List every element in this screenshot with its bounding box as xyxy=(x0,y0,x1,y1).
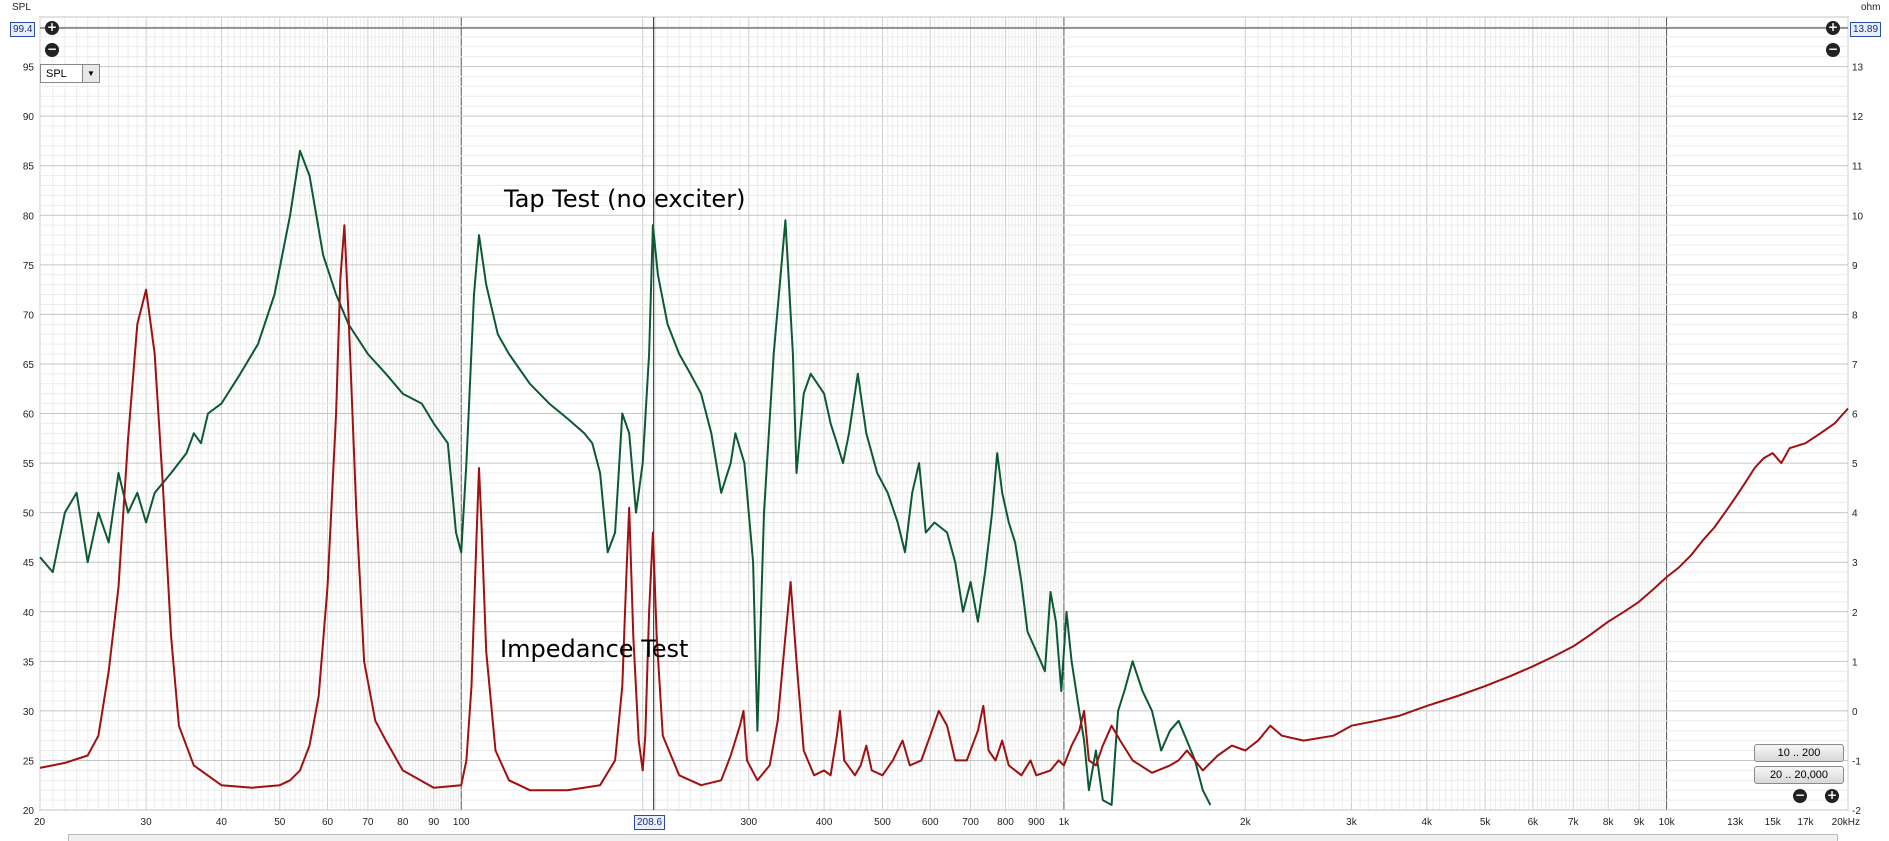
range-20-20000-button[interactable]: 20 .. 20,000 xyxy=(1754,766,1844,784)
x-tick-label: 70 xyxy=(362,817,374,828)
right-tick-label: 5 xyxy=(1852,459,1858,470)
x-tick-label: 20kHz xyxy=(1832,817,1860,828)
right-tick-label: 2 xyxy=(1852,608,1858,619)
right-tick-label: 6 xyxy=(1852,410,1858,421)
left-axis-title: SPL xyxy=(12,2,31,13)
frequency-response-chart[interactable]: 95908580757065605550454035302520 1312111… xyxy=(0,0,1889,841)
left-tick-label: 50 xyxy=(23,509,35,520)
x-tick-label: 4k xyxy=(1421,817,1433,828)
x-tick-label: 80 xyxy=(397,817,409,828)
x-tick-label: 10k xyxy=(1659,817,1676,828)
left-tick-label: 55 xyxy=(23,459,35,470)
right-tick-label: 11 xyxy=(1852,162,1863,173)
right-tick-label: 12 xyxy=(1852,112,1864,123)
x-tick-label: 1k xyxy=(1059,817,1071,828)
measurement-select-value: SPL xyxy=(46,67,67,80)
x-tick-label: 40 xyxy=(216,817,228,828)
range-10-200-button[interactable]: 10 .. 200 xyxy=(1754,744,1844,762)
left-tick-label: 95 xyxy=(23,63,35,74)
measurement-select[interactable]: SPL ▼ xyxy=(40,64,100,83)
right-tick-label: -2 xyxy=(1852,806,1861,817)
right-tick-label: -1 xyxy=(1852,756,1861,767)
zoom-in-icon[interactable]: + xyxy=(45,21,59,35)
x-tick-label: 700 xyxy=(962,817,979,828)
x-tick-label: 7k xyxy=(1568,817,1580,828)
left-tick-label: 30 xyxy=(23,707,35,718)
chevron-down-icon: ▼ xyxy=(82,65,99,82)
x-tick-label: 500 xyxy=(874,817,891,828)
zoom-out-icon[interactable]: − xyxy=(45,43,59,57)
x-tick-label: 9k xyxy=(1634,817,1646,828)
x-tick-label: 6k xyxy=(1528,817,1540,828)
left-tick-label: 35 xyxy=(23,657,35,668)
annotation-tap-test: Tap Test (no exciter) xyxy=(503,185,745,213)
left-tick-label: 65 xyxy=(23,360,35,371)
right-axis-top-value[interactable]: 13.89 xyxy=(1850,22,1882,37)
x-tick-label: 5k xyxy=(1480,817,1492,828)
zoom-out-icon[interactable]: − xyxy=(1793,789,1807,803)
x-tick-label: 90 xyxy=(428,817,440,828)
left-tick-label: 75 xyxy=(23,261,35,272)
x-tick-label: 20 xyxy=(34,817,46,828)
right-tick-label: 10 xyxy=(1852,211,1864,222)
left-axis-top-value[interactable]: 99.4 xyxy=(10,22,36,37)
cursor-frequency-value[interactable]: 208.6 xyxy=(634,815,666,830)
right-tick-label: 9 xyxy=(1852,261,1858,272)
left-tick-label: 45 xyxy=(23,558,35,569)
right-axis-title: ohm xyxy=(1861,2,1880,13)
right-tick-label: 8 xyxy=(1852,310,1858,321)
right-tick-label: 3 xyxy=(1852,558,1858,569)
x-tick-label: 400 xyxy=(816,817,833,828)
x-tick-label: 900 xyxy=(1028,817,1045,828)
x-tick-label: 2k xyxy=(1240,817,1252,828)
left-tick-label: 70 xyxy=(23,310,35,321)
grid-lines xyxy=(39,16,1849,811)
x-tick-label: 60 xyxy=(322,817,334,828)
x-tick-label: 100 xyxy=(453,817,470,828)
right-tick-label: 0 xyxy=(1852,707,1858,718)
right-tick-label: 4 xyxy=(1852,509,1858,520)
left-tick-label: 25 xyxy=(23,756,35,767)
horizontal-scrollbar[interactable] xyxy=(68,834,1838,841)
left-tick-label: 60 xyxy=(23,410,35,421)
zoom-in-icon[interactable]: + xyxy=(1825,789,1839,803)
annotation-impedance-test: Impedance Test xyxy=(500,635,688,663)
right-tick-label: 13 xyxy=(1852,63,1864,74)
x-tick-label: 15k xyxy=(1765,817,1782,828)
left-tick-label: 90 xyxy=(23,112,35,123)
x-tick-label: 17k xyxy=(1797,817,1814,828)
left-tick-label: 80 xyxy=(23,211,35,222)
zoom-out-icon[interactable]: − xyxy=(1826,43,1840,57)
right-tick-label: 7 xyxy=(1852,360,1858,371)
x-tick-label: 600 xyxy=(922,817,939,828)
left-tick-label: 40 xyxy=(23,608,35,619)
x-tick-label: 300 xyxy=(740,817,757,828)
x-tick-label: 3k xyxy=(1346,817,1358,828)
x-tick-label: 50 xyxy=(274,817,286,828)
x-tick-label: 800 xyxy=(997,817,1014,828)
right-tick-label: 1 xyxy=(1852,657,1858,668)
x-tick-label: 13k xyxy=(1727,817,1744,828)
x-tick-label: 8k xyxy=(1603,817,1615,828)
left-tick-label: 20 xyxy=(23,806,35,817)
left-tick-label: 85 xyxy=(23,162,35,173)
zoom-in-icon[interactable]: + xyxy=(1826,21,1840,35)
x-tick-label: 30 xyxy=(141,817,153,828)
